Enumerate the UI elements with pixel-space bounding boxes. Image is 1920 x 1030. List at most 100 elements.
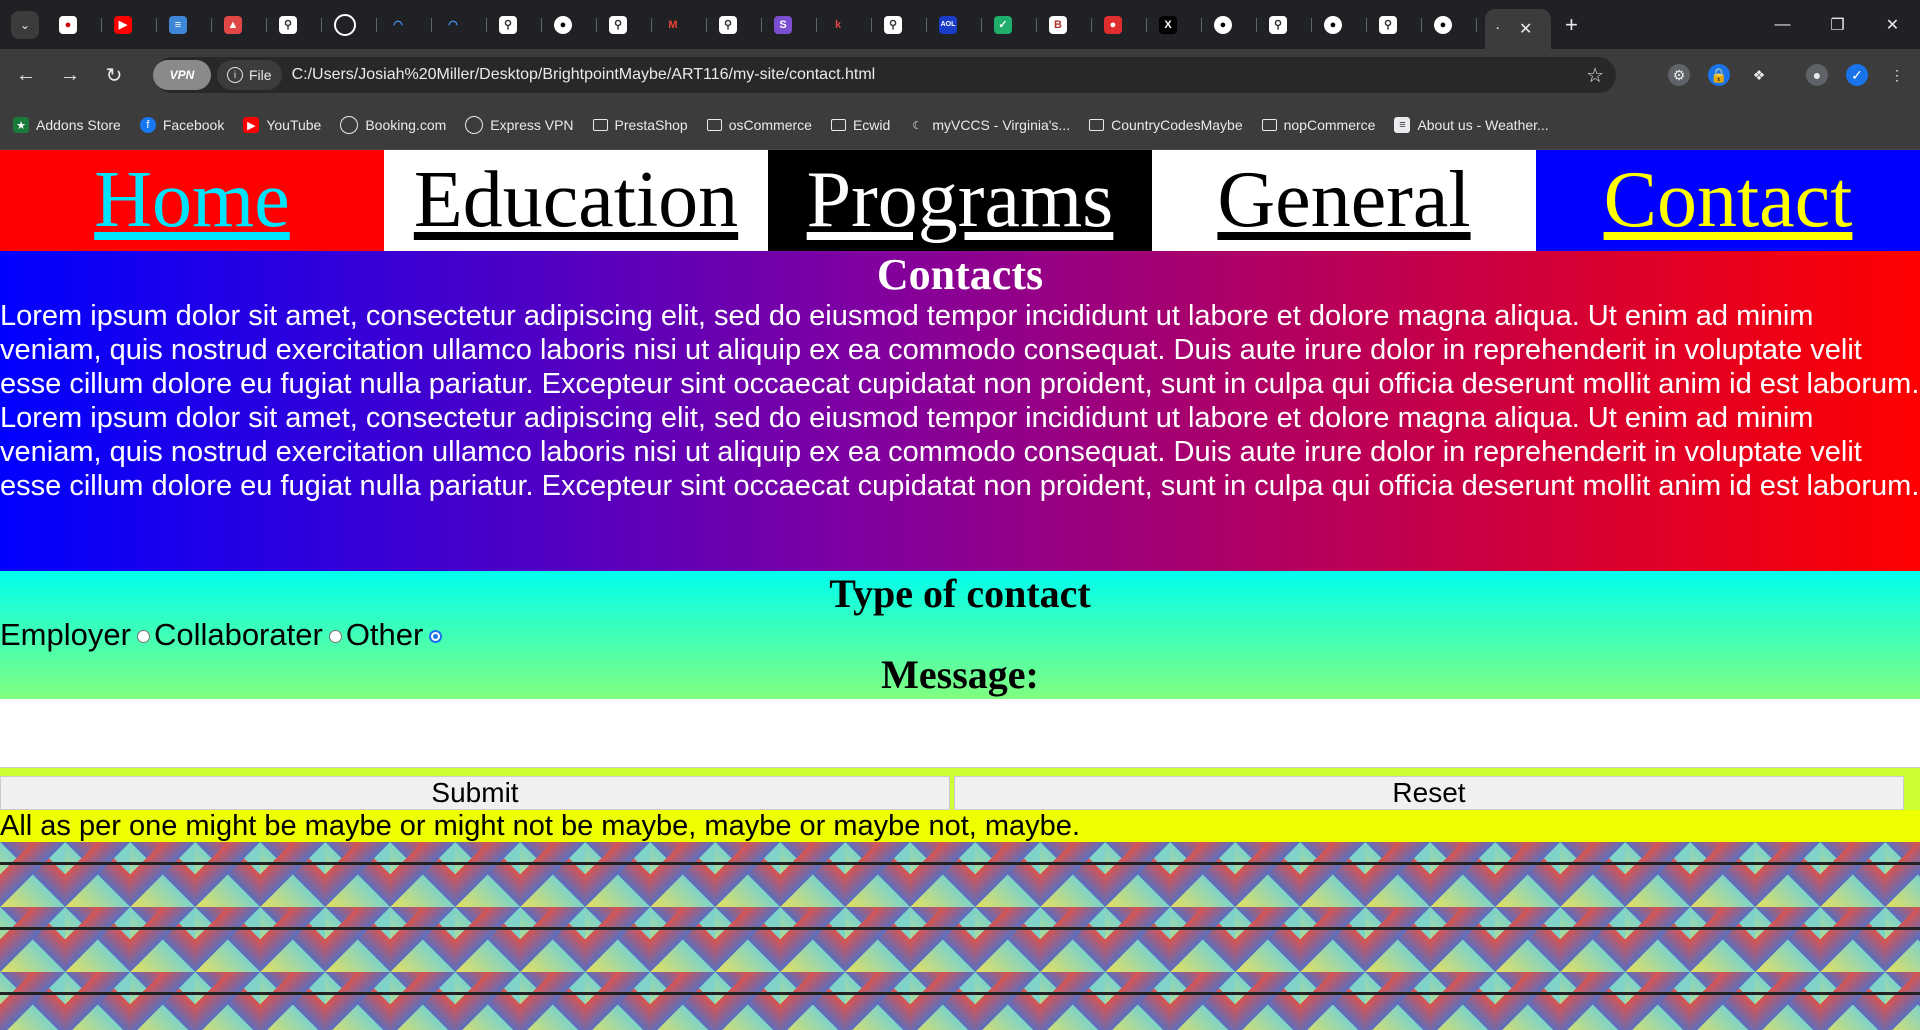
- tab-github-1[interactable]: ●: [550, 0, 605, 49]
- tab-active[interactable]: · ✕: [1485, 9, 1551, 49]
- tab-search-7[interactable]: ⚲: [1375, 0, 1430, 49]
- addons-icon: ★: [13, 117, 29, 133]
- bookmark-label: Booking.com: [365, 117, 447, 133]
- page-content: Home Education Programs General Contact …: [0, 150, 1920, 1030]
- bookmark-label: Facebook: [162, 117, 225, 133]
- tab-gamepad[interactable]: ▲: [220, 0, 275, 49]
- extension-puzzle-grey-icon[interactable]: ⚙: [1668, 64, 1690, 86]
- tab-list: ● ▶ ≡ ▲ ⚲ ◠ ◠ ⚲ ● ⚲ M ⚲ S k ⚲ AOL ✓ B ● …: [55, 0, 1578, 49]
- contacts-heading: Contacts: [876, 250, 1044, 299]
- tab-x[interactable]: X: [1155, 0, 1210, 49]
- bookmark-facebook[interactable]: f Facebook: [139, 117, 225, 133]
- bookmark-oscommerce[interactable]: osCommerce: [706, 117, 812, 133]
- tab-search-5[interactable]: ⚲: [880, 0, 935, 49]
- tab-red[interactable]: ●: [1100, 0, 1155, 49]
- nav-education-link[interactable]: Education: [384, 150, 768, 251]
- bookmark-label: CountryCodesMaybe: [1111, 117, 1243, 133]
- restore-icon[interactable]: ❐: [1810, 0, 1865, 49]
- url-text[interactable]: C:/Users/Josiah%20Miller/Desktop/Brightp…: [292, 66, 876, 84]
- extensions-puzzle-icon[interactable]: ❖: [1748, 64, 1770, 86]
- message-textarea[interactable]: [0, 699, 1920, 768]
- radio-other[interactable]: [429, 630, 443, 643]
- forward-icon[interactable]: →: [52, 57, 88, 93]
- tab-clock[interactable]: [330, 0, 385, 49]
- site-info-chip[interactable]: i File: [217, 60, 282, 90]
- nav-general-link[interactable]: General: [1152, 150, 1536, 251]
- file-label: File: [249, 67, 272, 83]
- tab-search-3[interactable]: ⚲: [605, 0, 660, 49]
- bookmark-star-icon[interactable]: ☆: [1586, 63, 1604, 88]
- search-icon: ⚲: [1269, 15, 1287, 34]
- contacts-paragraph-1: Lorem ipsum dolor sit amet, consectetur …: [0, 300, 1920, 400]
- tab-youtube[interactable]: ▶: [110, 0, 165, 49]
- tab-news[interactable]: ≡: [165, 0, 220, 49]
- option-other-label: Other: [345, 617, 424, 652]
- form-buttons: Submit Reset: [0, 768, 1920, 810]
- radio-employer[interactable]: [136, 630, 150, 643]
- close-window-icon[interactable]: ✕: [1865, 0, 1920, 49]
- bookmark-prestashop[interactable]: PrestaShop: [592, 117, 688, 133]
- tab-dashboard-2[interactable]: ◠: [440, 0, 495, 49]
- new-tab-button[interactable]: +: [1565, 12, 1578, 38]
- address-bar[interactable]: VPN i File C:/Users/Josiah%20Miller/Desk…: [153, 57, 1616, 93]
- shield-check-icon[interactable]: ✓: [1846, 64, 1868, 86]
- tab-aol[interactable]: AOL: [935, 0, 990, 49]
- app-icon: ●: [59, 15, 77, 34]
- bookmark-myvccs[interactable]: ☾ myVCCS - Virginia's...: [909, 117, 1070, 133]
- github-icon: ●: [554, 15, 572, 34]
- nav-home-link[interactable]: Home: [0, 150, 384, 251]
- nav-contact-link[interactable]: Contact: [1536, 150, 1920, 251]
- lock-extension-icon[interactable]: 🔒: [1708, 64, 1730, 86]
- bookmark-youtube[interactable]: ▶ YouTube: [243, 117, 321, 133]
- youtube-icon: ▶: [243, 117, 260, 133]
- bookmark-booking[interactable]: Booking.com: [340, 116, 446, 134]
- globe-icon: [340, 116, 359, 134]
- bookmark-nopcommerce[interactable]: nopCommerce: [1261, 117, 1376, 133]
- bookmark-countrycodes[interactable]: CountryCodesMaybe: [1089, 117, 1243, 133]
- bookmark-expressvpn[interactable]: Express VPN: [465, 116, 574, 134]
- tab-k[interactable]: k: [825, 0, 880, 49]
- bookmark-addons-store[interactable]: ★ Addons Store: [13, 117, 121, 133]
- vpn-badge[interactable]: VPN: [153, 60, 211, 90]
- minimize-icon[interactable]: —: [1755, 0, 1810, 49]
- reset-button[interactable]: Reset: [954, 776, 1904, 810]
- b-icon: B: [1049, 15, 1067, 34]
- tab-search-button[interactable]: ⌄: [11, 10, 39, 39]
- tab-search[interactable]: ⚲: [275, 0, 330, 49]
- extensions-area: ⚙ 🔒 ❖ ● ✓ ⋮: [1668, 64, 1908, 86]
- tab-shield[interactable]: ✓: [990, 0, 1045, 49]
- bookmark-label: Ecwid: [852, 117, 891, 133]
- back-icon[interactable]: ←: [8, 57, 44, 93]
- tab-github-3[interactable]: ●: [1320, 0, 1375, 49]
- close-tab-icon[interactable]: ✕: [1519, 19, 1532, 39]
- reload-icon[interactable]: ↻: [96, 57, 132, 93]
- tab-github-4[interactable]: ●: [1430, 0, 1485, 49]
- profile-avatar-icon[interactable]: ●: [1806, 64, 1828, 86]
- gmail-icon: M: [664, 15, 682, 34]
- tab-search-2[interactable]: ⚲: [495, 0, 550, 49]
- moon-icon: ☾: [912, 119, 923, 132]
- option-collaborater-label: Collaborater: [153, 617, 323, 652]
- decorative-pattern: [0, 842, 1920, 1030]
- github-icon: ●: [1214, 15, 1232, 34]
- bookmark-about-weather[interactable]: ≡ About us - Weather...: [1394, 117, 1549, 133]
- tab-s[interactable]: S: [770, 0, 825, 49]
- tab-b[interactable]: B: [1045, 0, 1100, 49]
- nav-programs-link[interactable]: Programs: [768, 150, 1152, 251]
- bookmarks-bar: ★ Addons Store f Facebook ▶ YouTube Booking…: [0, 101, 1920, 150]
- contact-type-options: Employer Collaborater Other: [0, 617, 1920, 652]
- tab-app[interactable]: ●: [55, 0, 110, 49]
- news-icon: ≡: [169, 15, 187, 34]
- tab-search-4[interactable]: ⚲: [715, 0, 770, 49]
- tab-dashboard-1[interactable]: ◠: [385, 0, 440, 49]
- bookmark-ecwid[interactable]: Ecwid: [830, 117, 891, 133]
- bookmark-label: nopCommerce: [1283, 117, 1376, 133]
- menu-dots-icon[interactable]: ⋮: [1886, 64, 1908, 86]
- clock-icon: [334, 13, 356, 36]
- tab-search-6[interactable]: ⚲: [1265, 0, 1320, 49]
- tab-github-2[interactable]: ●: [1210, 0, 1265, 49]
- github-icon: ●: [1324, 15, 1342, 34]
- radio-collaborater[interactable]: [328, 630, 342, 643]
- submit-button[interactable]: Submit: [0, 776, 950, 810]
- tab-gmail[interactable]: M: [660, 0, 715, 49]
